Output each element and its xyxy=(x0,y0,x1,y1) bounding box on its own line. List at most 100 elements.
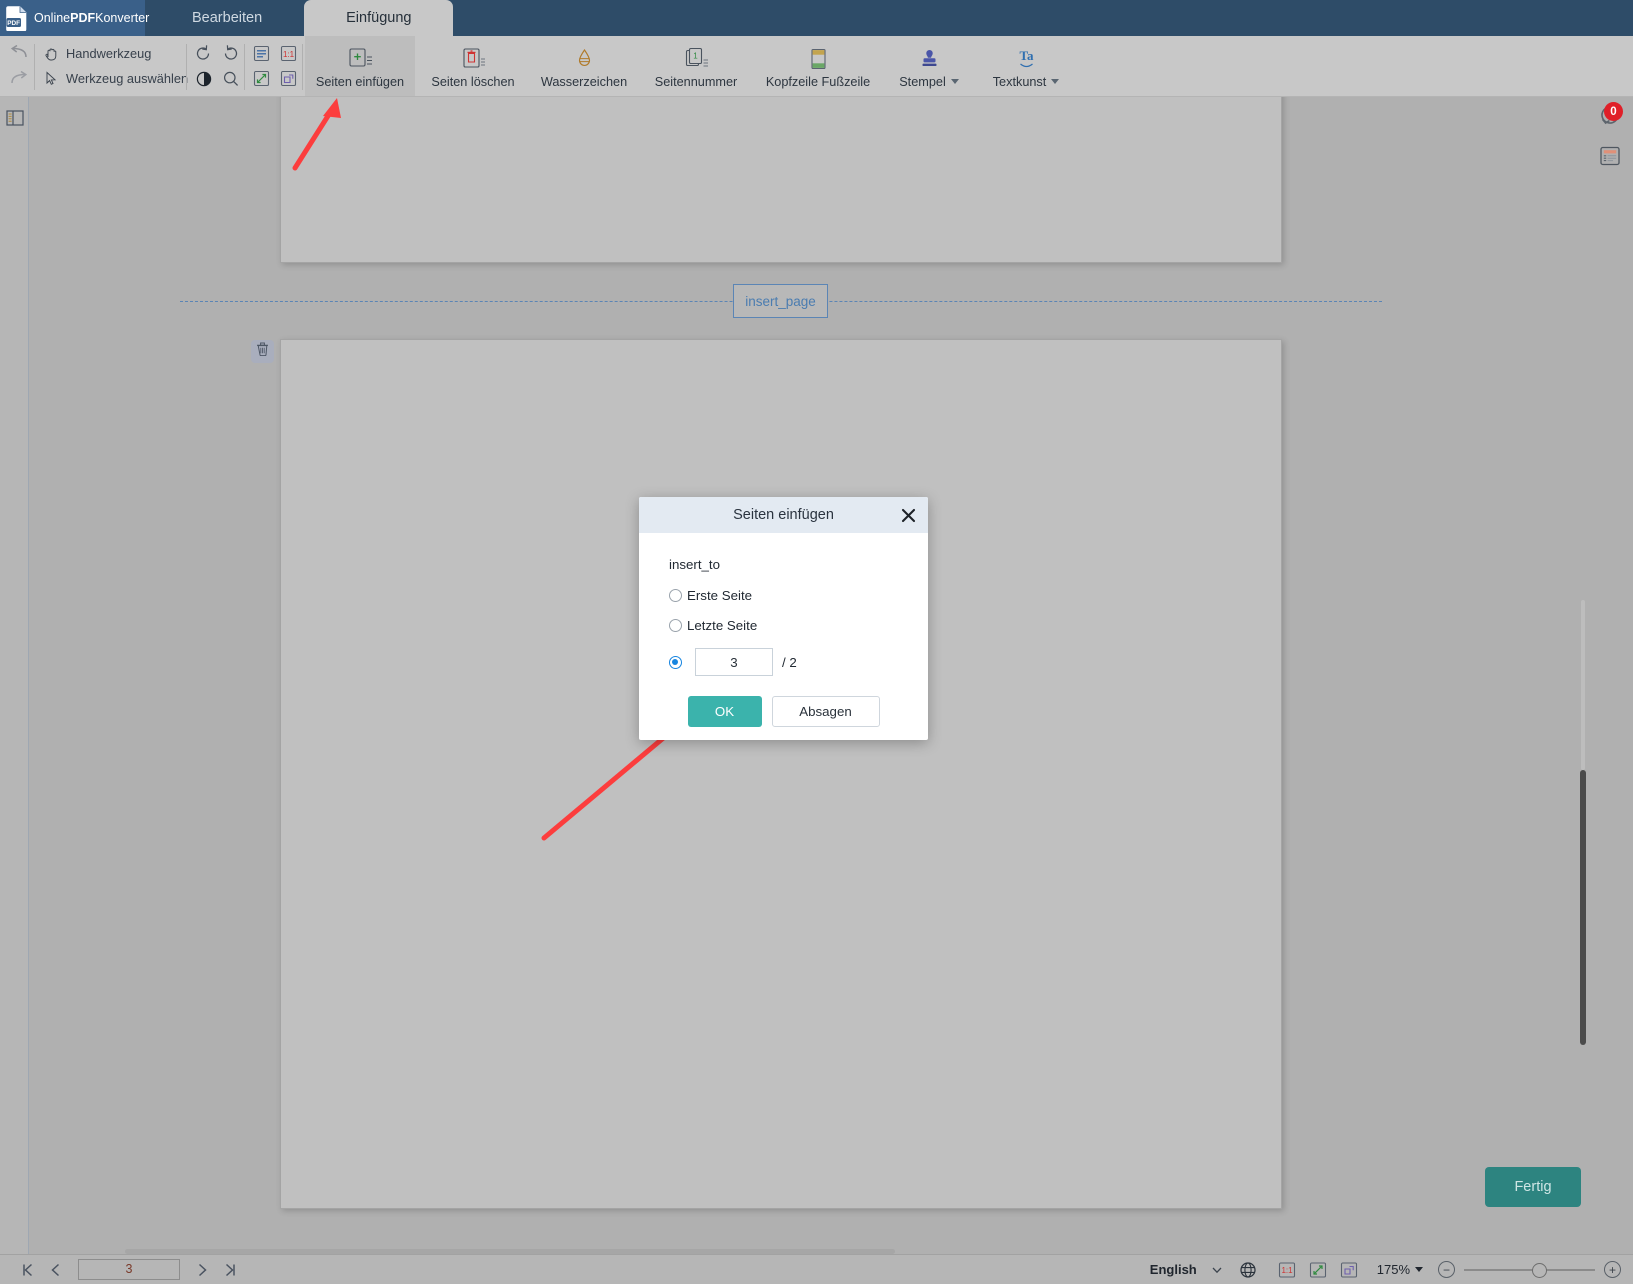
tab-einfuegung[interactable]: Einfügung xyxy=(304,0,453,36)
chevron-down-icon xyxy=(951,79,959,84)
delete-pages-label: Seiten löschen xyxy=(431,75,514,89)
magnifier-icon[interactable] xyxy=(219,68,243,90)
previous-page-icon[interactable] xyxy=(44,1259,68,1281)
rotate-right-icon[interactable] xyxy=(219,43,243,65)
chevron-down-icon xyxy=(1415,1267,1423,1272)
dialog-actions: OK Absagen xyxy=(669,696,898,727)
zoom-in-button[interactable]: + xyxy=(1604,1261,1621,1278)
page-total-label: / 2 xyxy=(782,655,797,670)
actual-size-icon[interactable]: 1:1 xyxy=(1276,1260,1298,1280)
fit-page-icon[interactable] xyxy=(250,43,274,65)
status-bar-right: English 1:1 175% − xyxy=(1150,1260,1621,1280)
undo-redo-group xyxy=(4,40,34,92)
radio-last-page-control[interactable] xyxy=(669,619,682,632)
scrollbar-track-upper xyxy=(1581,600,1585,770)
header-footer-button[interactable]: Kopfzeile Fußzeile xyxy=(755,36,881,96)
vertical-scrollbar-thumb[interactable] xyxy=(1580,770,1586,1045)
insert-pages-button[interactable]: Seiten einfügen xyxy=(305,36,415,96)
zoom-level-selector[interactable]: 175% xyxy=(1377,1262,1423,1277)
title-bar: PDF OnlinePDFKonverter Bearbeiten Einfüg… xyxy=(0,0,1633,36)
page-position-input[interactable] xyxy=(695,648,773,676)
radio-first-page-control[interactable] xyxy=(669,589,682,602)
radio-last-page[interactable]: Letzte Seite xyxy=(669,618,898,633)
next-page-icon[interactable] xyxy=(190,1259,214,1281)
ribbon-separator-4 xyxy=(302,44,303,90)
undo-arrow-icon[interactable] xyxy=(6,42,32,64)
watermark-icon xyxy=(572,46,597,72)
zoom-slider-handle[interactable] xyxy=(1532,1263,1547,1278)
page-number-button[interactable]: 1 Seitennummer xyxy=(645,36,747,96)
page-number-label: Seitennummer xyxy=(655,75,738,89)
ribbon-toolbar: Handwerkzeug Werkzeug auswählen xyxy=(0,36,1633,97)
revision-history-button[interactable]: 0 xyxy=(1595,102,1625,132)
redo-arrow-icon[interactable] xyxy=(6,68,32,90)
radio-specific-page-control[interactable] xyxy=(669,656,682,669)
radio-first-page[interactable]: Erste Seite xyxy=(669,588,898,603)
zoom-slider[interactable] xyxy=(1464,1263,1595,1277)
delete-pages-button[interactable]: Seiten löschen xyxy=(425,36,521,96)
page-navigation: 3 xyxy=(16,1259,242,1281)
page-number-icon: 1 xyxy=(684,46,709,72)
brand-label: OnlinePDFKonverter xyxy=(34,11,149,25)
rotate-left-icon[interactable] xyxy=(192,43,216,65)
crop-resize-icon[interactable] xyxy=(277,68,301,90)
done-button[interactable]: Fertig xyxy=(1485,1167,1581,1207)
language-selector[interactable]: English xyxy=(1150,1262,1197,1277)
delete-page-badge[interactable] xyxy=(251,340,274,363)
insert-pages-dialog: Seiten einfügen insert_to Erste Seite Le… xyxy=(639,497,928,740)
dialog-body: insert_to Erste Seite Letzte Seite / 2 O… xyxy=(639,533,928,727)
last-page-icon[interactable] xyxy=(218,1259,242,1281)
contrast-icon[interactable] xyxy=(192,68,216,90)
zoom-out-button[interactable]: − xyxy=(1438,1261,1455,1278)
status-bar: 3 English 1:1 xyxy=(0,1254,1633,1284)
header-footer-label: Kopfzeile Fußzeile xyxy=(766,75,870,89)
text-art-icon: Ta xyxy=(1014,46,1039,72)
page-bottom[interactable] xyxy=(280,339,1282,1209)
text-art-button[interactable]: Ta Textkunst xyxy=(980,36,1072,96)
stamp-label: Stempel xyxy=(899,75,959,89)
svg-text:Ta: Ta xyxy=(1019,48,1033,63)
tab-bearbeiten[interactable]: Bearbeiten xyxy=(150,0,304,36)
close-icon[interactable] xyxy=(898,505,918,525)
header-footer-icon xyxy=(806,46,831,72)
select-tool-label: Werkzeug auswählen xyxy=(66,71,188,86)
ribbon-separator-1 xyxy=(34,44,35,90)
globe-icon[interactable] xyxy=(1237,1260,1259,1280)
layout-icon-group: 1:1 xyxy=(248,41,302,91)
zoom-slider-track xyxy=(1464,1269,1595,1271)
radio-first-page-label: Erste Seite xyxy=(687,588,752,603)
insert-to-label: insert_to xyxy=(669,557,898,572)
ribbon-separator-3 xyxy=(244,44,245,90)
hand-tool-button[interactable]: Handwerkzeug xyxy=(42,42,188,65)
fit-width-icon[interactable] xyxy=(1338,1260,1360,1280)
insert-page-chip[interactable]: insert_page xyxy=(733,284,828,318)
watermark-label: Wasserzeichen xyxy=(541,75,627,89)
pdf-document-icon: PDF xyxy=(5,5,29,31)
fit-width-diagonal-icon[interactable] xyxy=(250,68,274,90)
comment-list-button[interactable] xyxy=(1595,143,1625,173)
chevron-down-icon[interactable] xyxy=(1206,1260,1228,1280)
svg-text:1:1: 1:1 xyxy=(1281,1266,1293,1275)
fit-page-diagonal-icon[interactable] xyxy=(1307,1260,1329,1280)
page-thumbnails-icon[interactable] xyxy=(5,107,25,129)
left-rail xyxy=(0,97,29,1255)
first-page-icon[interactable] xyxy=(16,1259,40,1281)
stamp-button[interactable]: Stempel xyxy=(885,36,973,96)
comment-list-icon xyxy=(1598,144,1622,173)
dialog-title: Seiten einfügen xyxy=(733,507,834,523)
actual-size-icon[interactable]: 1:1 xyxy=(277,43,301,65)
page-number-input[interactable]: 3 xyxy=(78,1259,180,1280)
watermark-button[interactable]: Wasserzeichen xyxy=(530,36,638,96)
chevron-down-icon xyxy=(1051,79,1059,84)
text-art-label: Textkunst xyxy=(993,75,1060,89)
right-rail: 0 xyxy=(1587,97,1633,1255)
select-tool-button[interactable]: Werkzeug auswählen xyxy=(42,67,188,90)
cancel-button[interactable]: Absagen xyxy=(772,696,880,727)
ok-button[interactable]: OK xyxy=(688,696,762,727)
page-top[interactable] xyxy=(280,97,1282,263)
zoom-level-label: 175% xyxy=(1377,1262,1410,1277)
select-cursor-icon xyxy=(42,71,60,87)
insert-pages-icon xyxy=(348,46,373,72)
insert-pages-label: Seiten einfügen xyxy=(316,75,404,89)
radio-specific-page[interactable]: / 2 xyxy=(669,648,898,676)
